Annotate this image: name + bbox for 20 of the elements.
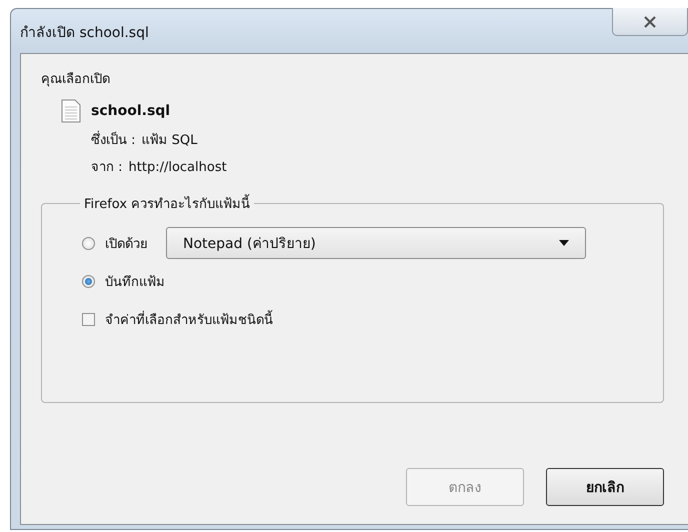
file-name: school.sql xyxy=(91,103,170,119)
dialog-button[interactable]: ยกเลิก xyxy=(546,468,664,506)
group-legend: Firefox ควรทำอะไรกับแฟ้มนี้ xyxy=(80,193,254,214)
close-button[interactable] xyxy=(612,8,688,36)
source-label: จาก : xyxy=(91,159,123,177)
option-label: บันทึกแฟ้ม xyxy=(105,274,165,292)
option-label: เปิดด้วย xyxy=(105,236,148,254)
type-label: ซึ่งเป็น : xyxy=(91,129,136,150)
option-label: จำค่าที่เลือกสำหรับแฟ้มชนิดนี้ xyxy=(105,308,273,330)
window-title: กำลังเปิด school.sql xyxy=(20,24,149,43)
document-icon xyxy=(61,99,81,123)
close-icon xyxy=(643,16,657,28)
intro-text: คุณเลือกเปิด xyxy=(41,71,111,89)
caret-icon xyxy=(559,240,569,246)
app-dropdown[interactable]: Notepad (ค่าปริยาย) xyxy=(166,227,586,259)
radio-button[interactable] xyxy=(82,236,95,250)
source-value: http://localhost xyxy=(128,160,227,175)
radio-button[interactable] xyxy=(82,274,95,288)
checkbox[interactable] xyxy=(82,312,95,326)
type-value: แฟ้ม SQL xyxy=(142,132,198,150)
